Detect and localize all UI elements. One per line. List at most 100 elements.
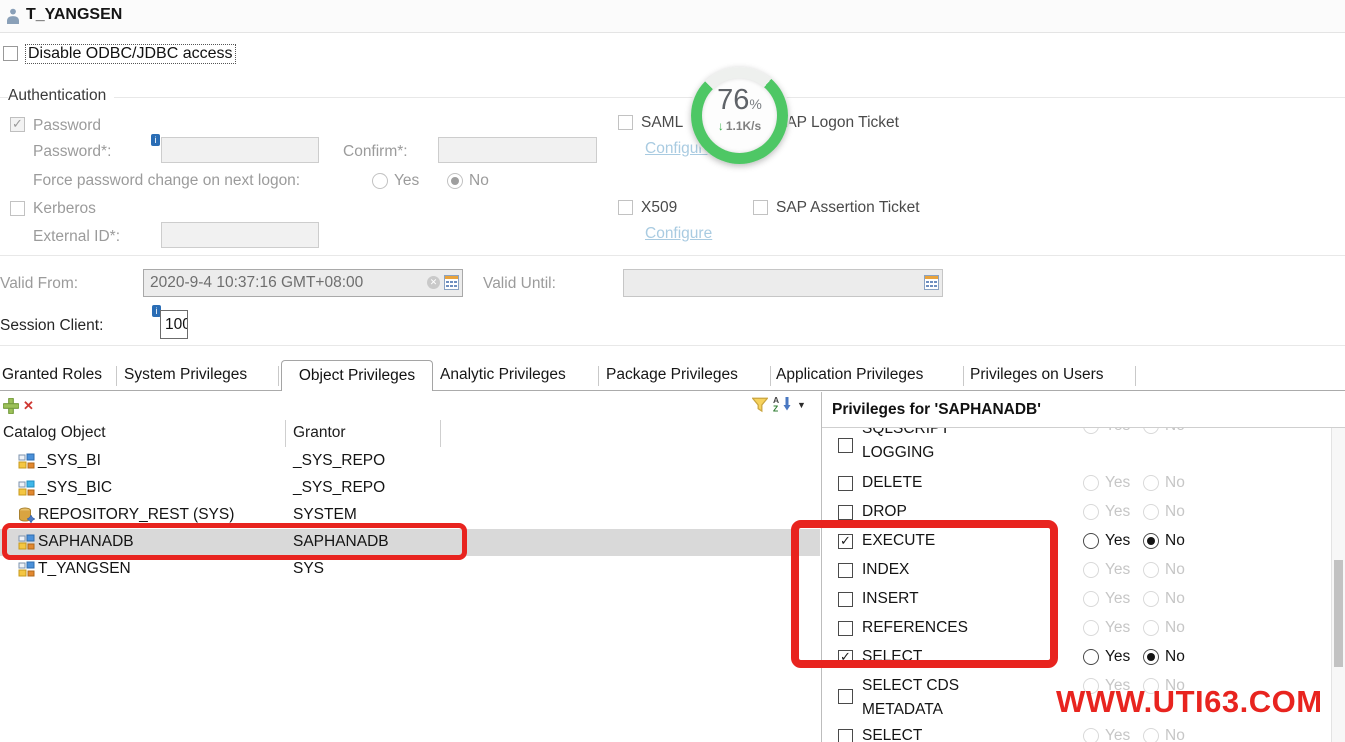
table-row[interactable]: T_YANGSEN SYS (0, 556, 820, 583)
privilege-checkbox[interactable] (838, 563, 853, 578)
force-no-radio[interactable] (447, 173, 463, 189)
privilege-checkbox[interactable] (838, 621, 853, 636)
column-divider[interactable] (285, 420, 286, 447)
no-radio[interactable] (1143, 504, 1159, 520)
yes-radio[interactable] (1083, 562, 1099, 578)
column-divider[interactable] (440, 420, 441, 447)
confirm-input[interactable] (438, 137, 597, 163)
yes-radio[interactable] (1083, 728, 1099, 742)
force-yes-radio[interactable] (372, 173, 388, 189)
privilege-row[interactable]: SQLSCRIPT LOGGING Yes No (822, 428, 1330, 460)
tab-object-privileges[interactable]: Object Privileges (281, 360, 433, 391)
privilege-checkbox[interactable] (838, 592, 853, 607)
column-header-catalog-object[interactable]: Catalog Object (3, 424, 106, 442)
yes-label: Yes (1105, 532, 1130, 550)
no-radio[interactable] (1143, 591, 1159, 607)
procedure-icon (18, 507, 35, 524)
no-radio[interactable] (1143, 475, 1159, 491)
table-row[interactable]: REPOSITORY_REST (SYS) SYSTEM (0, 502, 820, 529)
no-radio-selected[interactable] (1143, 533, 1159, 549)
tab-separator (278, 366, 279, 386)
download-progress-widget[interactable]: 76% ↓1.1K/s (691, 67, 788, 164)
table-row-selected[interactable]: SAPHANADB SAPHANADB (0, 529, 820, 556)
privilege-label: LOGGING (862, 444, 934, 462)
session-client-label: Session Client: (0, 317, 103, 335)
privilege-checkbox-checked[interactable] (838, 534, 853, 549)
clear-date-icon[interactable]: ✕ (427, 276, 440, 289)
yes-radio[interactable] (1083, 475, 1099, 491)
privilege-row[interactable]: DELETE Yes No (822, 470, 1330, 499)
privilege-row[interactable]: SELECT Yes No (822, 644, 1330, 673)
force-yes-label: Yes (394, 172, 419, 190)
x509-checkbox[interactable] (618, 200, 633, 215)
yes-radio[interactable] (1083, 428, 1099, 434)
sap-assertion-ticket-checkbox[interactable] (753, 200, 768, 215)
tab-privileges-on-users[interactable]: Privileges on Users (970, 366, 1104, 384)
privilege-checkbox[interactable] (838, 438, 853, 453)
valid-from-input[interactable]: 2020-9-4 10:37:16 GMT+08:00 ✕ (143, 269, 463, 297)
tab-analytic-privileges[interactable]: Analytic Privileges (440, 366, 566, 384)
external-id-input[interactable] (161, 222, 319, 248)
auth-group-border (0, 97, 1345, 98)
remove-icon[interactable]: ✕ (23, 398, 34, 414)
schema-icon (18, 534, 35, 551)
privilege-checkbox-checked[interactable] (838, 650, 853, 665)
column-header-grantor[interactable]: Grantor (293, 424, 346, 442)
valid-until-input[interactable] (623, 269, 943, 297)
yes-radio[interactable] (1083, 649, 1099, 665)
privilege-row[interactable]: INDEX Yes No (822, 557, 1330, 586)
privilege-row[interactable]: SELECT Yes No (822, 723, 1330, 742)
no-radio[interactable] (1143, 428, 1159, 434)
no-radio-selected[interactable] (1143, 649, 1159, 665)
add-icon[interactable] (3, 398, 19, 414)
privilege-row[interactable]: REFERENCES Yes No (822, 615, 1330, 644)
privilege-row[interactable]: EXECUTE Yes No (822, 528, 1330, 557)
x509-label: X509 (641, 199, 677, 217)
sap-logon-ticket-label: SAP Logon Ticket (776, 114, 899, 132)
kerberos-checkbox[interactable] (10, 201, 25, 216)
session-client-value: 100 (165, 316, 188, 334)
tab-granted-roles[interactable]: Granted Roles (2, 366, 102, 384)
disable-odbc-checkbox[interactable] (3, 46, 18, 61)
privilege-label: DELETE (862, 474, 922, 492)
scrollbar-thumb[interactable] (1334, 560, 1343, 667)
no-radio[interactable] (1143, 728, 1159, 742)
privilege-checkbox[interactable] (838, 505, 853, 520)
menu-dropdown-icon[interactable]: ▼ (797, 400, 806, 410)
page-title: T_YANGSEN (26, 6, 122, 24)
progress-percent: 76% (691, 84, 788, 117)
x509-configure-link[interactable]: Configure (645, 225, 712, 243)
table-row[interactable]: _SYS_BIC _SYS_REPO (0, 475, 820, 502)
password-input[interactable] (161, 137, 319, 163)
privilege-checkbox[interactable] (838, 729, 853, 742)
force-no-label: No (469, 172, 489, 190)
yes-radio[interactable] (1083, 591, 1099, 607)
tab-package-privileges[interactable]: Package Privileges (606, 366, 738, 384)
calendar-icon[interactable] (924, 275, 939, 290)
privilege-checkbox[interactable] (838, 476, 853, 491)
saml-checkbox[interactable] (618, 115, 633, 130)
yes-radio[interactable] (1083, 504, 1099, 520)
yes-label: Yes (1105, 503, 1130, 521)
tab-application-privileges[interactable]: Application Privileges (776, 366, 923, 384)
no-radio[interactable] (1143, 562, 1159, 578)
yes-radio[interactable] (1083, 620, 1099, 636)
no-radio[interactable] (1143, 620, 1159, 636)
tab-separator (770, 366, 771, 386)
tab-separator (963, 366, 964, 386)
calendar-icon[interactable] (444, 275, 459, 290)
sort-az-icon[interactable]: A Z (773, 395, 792, 412)
privilege-row[interactable]: INSERT Yes No (822, 586, 1330, 615)
session-client-input[interactable]: 100 (160, 310, 188, 339)
password-checkbox[interactable] (10, 117, 25, 132)
tab-system-privileges[interactable]: System Privileges (124, 366, 247, 384)
yes-radio[interactable] (1083, 533, 1099, 549)
scrollbar-track[interactable] (1331, 428, 1345, 742)
table-row[interactable]: _SYS_BI _SYS_REPO (0, 448, 820, 475)
filter-icon[interactable] (752, 397, 768, 413)
user-icon (6, 8, 20, 25)
privilege-checkbox[interactable] (838, 689, 853, 704)
catalog-object-cell: REPOSITORY_REST (SYS) (38, 506, 234, 524)
schema-icon (18, 480, 35, 497)
privilege-row[interactable]: DROP Yes No (822, 499, 1330, 528)
